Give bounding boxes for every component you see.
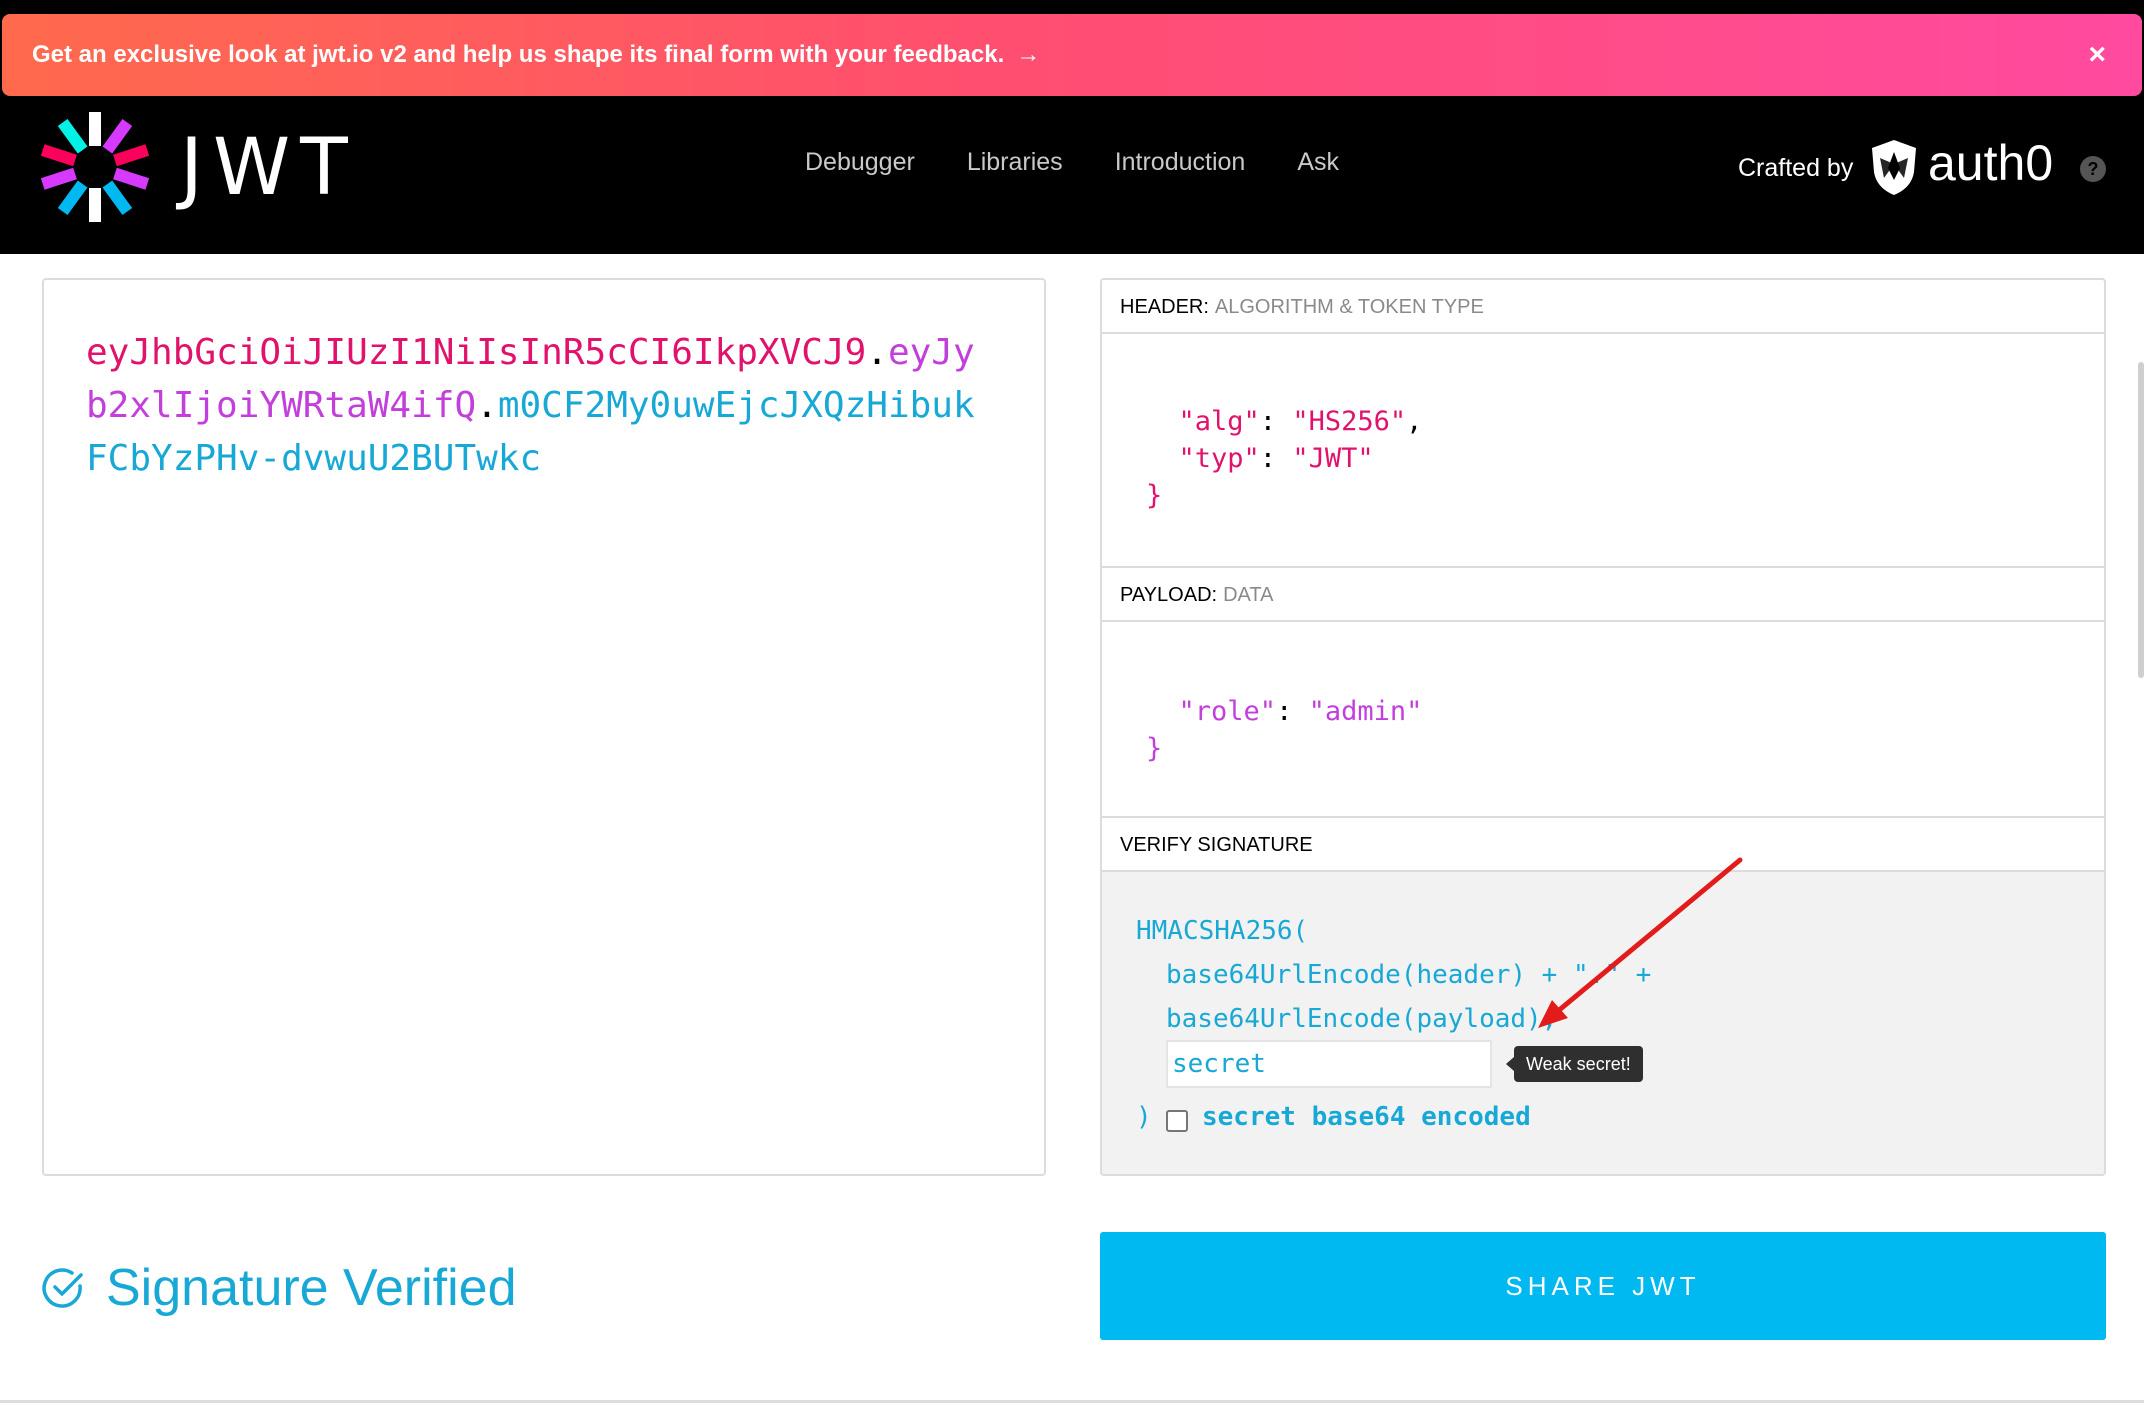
auth0-brand-text[interactable]: auth0 xyxy=(1928,134,2053,192)
token-dot: . xyxy=(476,385,498,426)
close-icon[interactable]: × xyxy=(2088,14,2106,96)
payload-subtitle: DATA xyxy=(1223,584,1274,606)
nav-debugger[interactable]: Debugger xyxy=(805,148,915,177)
nav-libraries[interactable]: Libraries xyxy=(967,148,1063,177)
secret-base64-label[interactable]: secret base64 encoded xyxy=(1202,1102,1531,1132)
secret-base64-checkbox[interactable] xyxy=(1166,1110,1188,1132)
hmac-fn-close: ) xyxy=(1136,1102,1152,1132)
jwt-logo-icon[interactable] xyxy=(40,112,150,222)
header-json: "alg": "HS256", "typ": "JWT" } xyxy=(1146,406,1423,511)
jwt-logo-text[interactable]: JWT xyxy=(180,118,358,218)
banner-bar[interactable]: Get an exclusive look at jwt.io v2 and h… xyxy=(2,14,2142,96)
verify-section-title: VERIFY SIGNATURE xyxy=(1102,818,2104,872)
json-value-typ: "JWT" xyxy=(1292,443,1374,474)
help-icon[interactable]: ? xyxy=(2080,156,2106,182)
announcement-banner: Get an exclusive look at jwt.io v2 and h… xyxy=(0,0,2144,100)
verify-line-payload: base64UrlEncode(payload), xyxy=(1166,1004,1558,1034)
check-circle-icon xyxy=(42,1268,83,1308)
nav-ask[interactable]: Ask xyxy=(1297,148,1339,177)
top-navigation: JWT Debugger Libraries Introduction Ask … xyxy=(0,96,2144,254)
banner-link[interactable]: Get an exclusive look at jwt.io v2 and h… xyxy=(32,14,1040,96)
payload-title: PAYLOAD: xyxy=(1120,584,1218,606)
token-dot: . xyxy=(866,332,888,373)
json-close-brace: } xyxy=(1146,480,1163,511)
share-jwt-button[interactable]: SHARE JWT xyxy=(1100,1232,2106,1340)
header-subtitle: ALGORITHM & TOKEN TYPE xyxy=(1214,296,1484,318)
signature-status-text: Signature Verified xyxy=(106,1259,517,1317)
secret-input[interactable] xyxy=(1166,1040,1492,1088)
header-title: HEADER: xyxy=(1120,296,1209,318)
json-key-typ: "typ" xyxy=(1178,443,1260,474)
signature-status: Signature Verified xyxy=(42,1258,517,1318)
header-json-editor[interactable]: "alg": "HS256", "typ": "JWT" } xyxy=(1102,334,2104,568)
payload-section-title: PAYLOAD: DATA xyxy=(1102,568,2104,622)
footer-divider xyxy=(0,1400,2144,1403)
json-key-alg: "alg" xyxy=(1178,406,1260,437)
payload-json-editor[interactable]: "role": "admin" } xyxy=(1102,622,2104,818)
decoded-panel: HEADER: ALGORITHM & TOKEN TYPE "alg": "HS… xyxy=(1100,278,2106,1176)
arrow-right-icon: → xyxy=(1016,41,1041,68)
payload-json: "role": "admin" } xyxy=(1146,696,1423,764)
json-value-role: "admin" xyxy=(1308,696,1423,727)
auth0-shield-icon[interactable] xyxy=(1870,138,1918,196)
nav-introduction[interactable]: Introduction xyxy=(1115,148,1246,177)
encoded-token-panel[interactable]: eyJhbGciOiJIUzI1NiIsInR5cCI6IkpXVCJ9.eyJ… xyxy=(42,278,1046,1176)
json-close-brace: } xyxy=(1146,733,1163,764)
weak-secret-tooltip: Weak secret! xyxy=(1506,1046,1643,1082)
encoded-token-text[interactable]: eyJhbGciOiJIUzI1NiIsInR5cCI6IkpXVCJ9.eyJ… xyxy=(86,326,986,485)
json-value-alg: "HS256" xyxy=(1292,406,1407,437)
main-nav: Debugger Libraries Introduction Ask xyxy=(805,148,1339,177)
token-header-part: eyJhbGciOiJIUzI1NiIsInR5cCI6IkpXVCJ9 xyxy=(86,332,867,373)
hmac-fn-open: HMACSHA256( xyxy=(1136,916,1309,946)
header-section-title: HEADER: ALGORITHM & TOKEN TYPE xyxy=(1102,280,2104,334)
verify-signature-body: HMACSHA256( base64UrlEncode(header) + ".… xyxy=(1102,872,2104,1174)
crafted-by-label: Crafted by xyxy=(1738,154,1854,182)
json-key-role: "role" xyxy=(1178,696,1277,727)
verify-title: VERIFY SIGNATURE xyxy=(1120,834,1313,856)
page-scrollbar[interactable] xyxy=(2138,362,2144,678)
banner-text: Get an exclusive look at jwt.io v2 and h… xyxy=(32,41,1005,68)
verify-line-header: base64UrlEncode(header) + "." + xyxy=(1166,960,1652,990)
